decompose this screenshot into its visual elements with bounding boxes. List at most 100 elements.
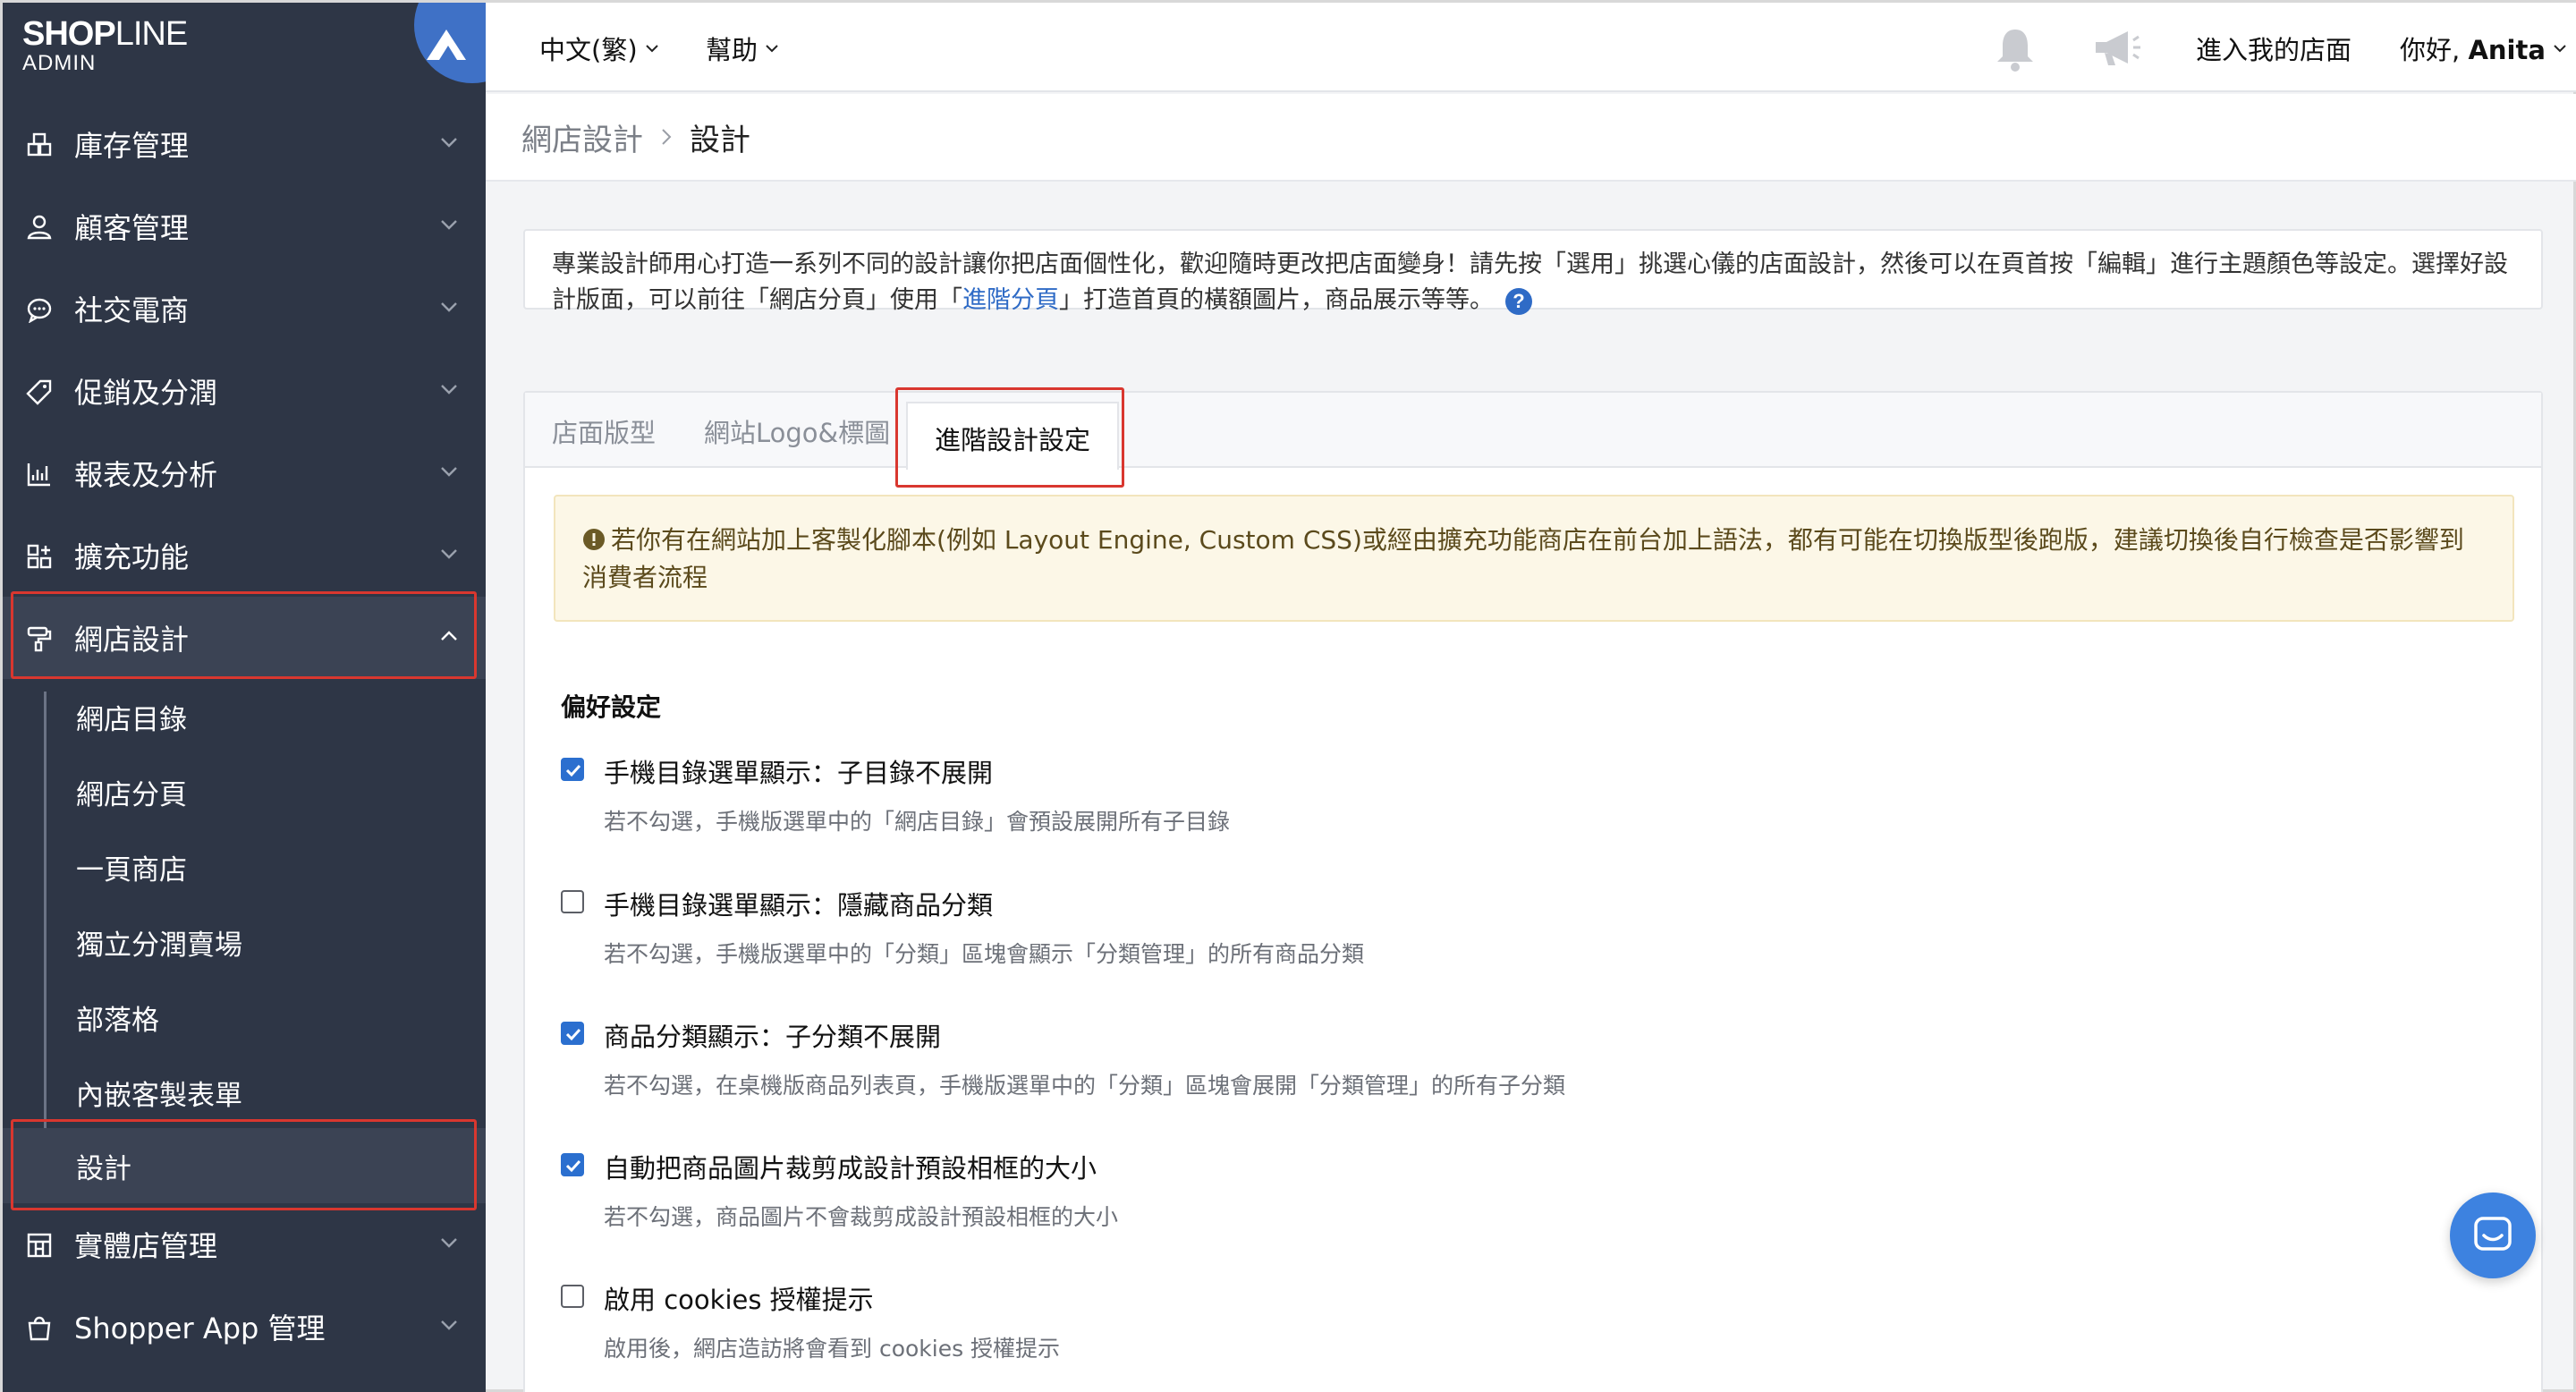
sidebar-subitem-blog[interactable]: 部落格 [3,980,486,1055]
sidebar-subitem-label: 設計 [76,1152,131,1185]
store-icon [27,1233,52,1258]
sidebar-subitem-one-page-store[interactable]: 一頁商店 [3,829,486,904]
tag-icon [26,379,52,405]
chevron-down-icon [645,45,658,53]
shopping-bag-icon [28,1316,51,1341]
chevron-down-icon [766,45,778,53]
sidebar-item-label: 促銷及分潤 [74,376,218,410]
sidebar-subitem-embedded-form[interactable]: 內嵌客製表單 [3,1055,486,1130]
sidebar-subitem-label: 網店分頁 [76,778,187,811]
sidebar-item-apps[interactable]: 擴充功能 [3,514,486,597]
sidebar-subitem-store-pages[interactable]: 網店分頁 [3,754,486,829]
checkbox[interactable] [561,1022,584,1045]
intro-text: 專業設計師用心打造一系列不同的設計讓你把店面個性化，歡迎隨時更改把店面變身！請先… [552,247,2514,318]
live-chat-button[interactable] [2450,1193,2536,1278]
check-icon [565,1159,581,1173]
breadcrumb-parent[interactable]: 網店設計 [521,115,643,159]
tab-label: 進階設計設定 [935,425,1091,455]
option-label[interactable]: 自動把商品圖片裁剪成設計預設相框的大小 [604,1148,1097,1185]
option-description: 若不勾選，商品圖片不會裁剪成設計預設相框的大小 [604,1204,1119,1230]
sidebar-item-retail-store[interactable]: 實體店管理 [3,1203,486,1286]
option-description: 啟用後，網店造訪將會看到 cookies 授權提示 [604,1336,1061,1362]
sidebar-subitem-design[interactable]: 設計 [3,1128,486,1203]
question-circle-icon[interactable]: ? [1504,287,1533,316]
shopline-logo[interactable]: SHOPLINE ADMIN [22,15,188,75]
chevron-down-icon [441,385,457,395]
breadcrumb: 網店設計 設計 [486,94,2576,182]
advanced-pages-link[interactable]: 進階分頁 [962,286,1059,314]
account-badge[interactable] [414,3,486,83]
megaphone-icon[interactable] [2092,26,2142,71]
sidebar-item-inventory[interactable]: 庫存管理 [3,103,486,185]
chevron-down-icon [2554,45,2566,53]
chevron-up-icon [441,631,457,641]
sidebar-item-reports[interactable]: 報表及分析 [3,432,486,514]
topbar: 中文(繁) 幫助 進入我的店面 你好, Anita [486,3,2576,92]
help-menu[interactable]: 幫助 [706,30,779,67]
chevron-down-icon [441,138,457,148]
sidebar-item-label: 報表及分析 [74,458,218,492]
bell-icon[interactable] [1994,26,2037,72]
intro-card: 專業設計師用心打造一系列不同的設計讓你把店面個性化，歡迎隨時更改把店面變身！請先… [523,229,2543,315]
warning-text: 若你有在網站加上客製化腳本(例如 Layout Engine, Custom C… [582,525,2464,592]
mountain-logo-icon [427,30,466,60]
sidebar-item-store-design[interactable]: 網店設計 [3,597,486,679]
greeting-label: 你好, [2400,35,2469,65]
sidebar-item-label: 網店設計 [74,623,190,657]
apps-grid-icon [27,544,52,569]
visit-store-link[interactable]: 進入我的店面 [2196,30,2351,67]
sidebar-item-customers[interactable]: 顧客管理 [3,185,486,267]
tabs-bar: 店面版型 網站Logo&標圖 進階設計設定 [525,393,2541,470]
checkbox[interactable] [561,758,584,781]
chevron-down-icon [441,220,457,230]
user-menu[interactable]: 你好, Anita [2400,30,2567,67]
intro-text-after: 」打造首頁的橫額圖片，商品展示等等。 [1059,286,1494,314]
checkbox[interactable] [561,1153,584,1176]
option-description: 若不勾選，在桌機版商品列表頁，手機版選單中的「分類」區塊會展開「分類管理」的所有… [604,1073,1566,1099]
logo-brand-bold: SHOP [22,15,116,53]
tab-label: 網站Logo&標圖 [704,418,891,448]
option-label[interactable]: 商品分類顯示：子分類不展開 [604,1016,941,1054]
chevron-down-icon [441,467,457,477]
tab-logo-banner[interactable]: 網站Logo&標圖 [704,412,890,450]
sidebar-item-promotions[interactable]: 促銷及分潤 [3,350,486,432]
tab-label: 店面版型 [552,418,657,448]
option-label[interactable]: 手機目錄選單顯示：隱藏商品分類 [604,885,993,922]
chevron-right-icon [662,129,672,145]
customer-icon [27,215,52,240]
exclamation-circle-icon [583,529,605,550]
sidebar-item-label: 實體店管理 [74,1229,218,1263]
sidebar-subitem-label: 獨立分潤賣場 [76,929,242,962]
sidebar-item-label: 擴充功能 [74,540,190,574]
chevron-down-icon [441,302,457,312]
language-selector[interactable]: 中文(繁) [539,30,659,67]
check-icon [565,764,581,777]
chevron-down-icon [441,1238,457,1248]
help-label: 幫助 [706,35,758,65]
chevron-down-icon [441,1320,457,1330]
paint-roller-icon [27,626,52,652]
sidebar: SHOPLINE ADMIN 庫存管理 顧客管理 社交電商 促銷及分潤 報表及分… [3,3,486,1392]
checkbox[interactable] [561,890,584,913]
sidebar-item-label: 社交電商 [74,293,190,327]
sidebar-item-shopper-app[interactable]: Shopper App 管理 [3,1286,486,1368]
option-label[interactable]: 手機目錄選單顯示：子目錄不展開 [604,752,993,790]
sidebar-item-social-commerce[interactable]: 社交電商 [3,267,486,350]
breadcrumb-current: 設計 [690,122,750,158]
chat-icon [2474,1217,2512,1251]
chat-bubble-icon [27,298,52,323]
checkbox[interactable] [561,1285,584,1308]
logo-brand-light: LINE [114,15,188,53]
sidebar-subitem-affiliate-store[interactable]: 獨立分潤賣場 [3,904,486,980]
logo-sub: ADMIN [22,51,97,75]
sidebar-subitem-store-menu[interactable]: 網店目錄 [3,679,486,754]
sidebar-subitem-label: 網店目錄 [76,703,187,736]
preferences-title: 偏好設定 [561,692,662,722]
tab-advanced-design[interactable]: 進階設計設定 [906,402,1120,470]
tab-store-layout[interactable]: 店面版型 [552,412,656,450]
settings-panel: 店面版型 網站Logo&標圖 進階設計設定 若你有在網站加上客製化腳本(例如 L… [523,387,2543,1392]
option-label[interactable]: 啟用 cookies 授權提示 [604,1279,874,1317]
inventory-icon [27,132,52,157]
sidebar-item-label: Shopper App 管理 [74,1311,326,1345]
sidebar-subitem-label: 內嵌客製表單 [76,1079,242,1112]
